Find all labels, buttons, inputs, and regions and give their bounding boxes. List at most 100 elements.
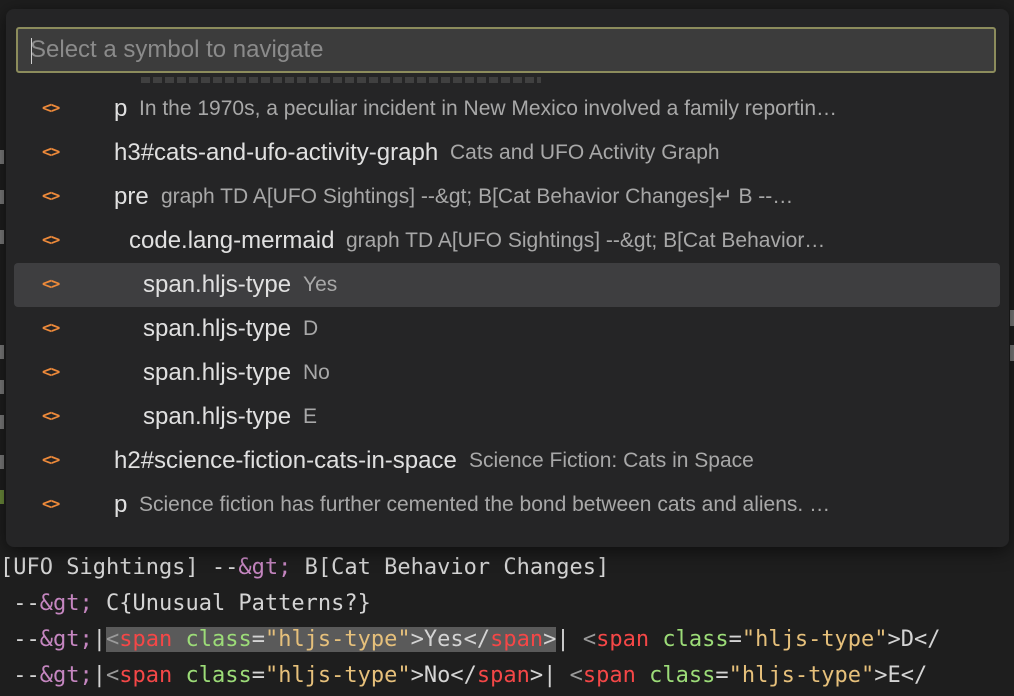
- editor-edge-glyph: [0, 230, 4, 244]
- code-token: class: [662, 627, 729, 652]
- symbol-tag-icon: <>: [42, 450, 60, 469]
- code-token: --: [0, 591, 40, 616]
- code-token: "hljs-type": [264, 663, 411, 688]
- code-token: "hljs-type": [728, 663, 875, 688]
- symbol-tag-icon: <>: [42, 318, 60, 337]
- symbol-description: Science fiction has further cemented the…: [139, 493, 831, 516]
- search-box: [16, 27, 996, 73]
- symbol-tag-icon: <>: [42, 494, 60, 513]
- symbol-quick-pick: <> p In the 1970s, a peculiar incident in …: [6, 9, 1009, 547]
- code-token: >E</: [874, 663, 928, 688]
- code-line[interactable]: --&gt; C{Unusual Patterns?}: [0, 586, 1014, 622]
- symbol-list-item[interactable]: <> p Science fiction has further cemented …: [6, 483, 1009, 527]
- symbol-tag-icon: <>: [42, 362, 60, 381]
- symbol-list-item[interactable]: <> h3#cats-and-ufo-activity-graph Cats and…: [6, 131, 1009, 175]
- symbol-list-item[interactable]: <> p In the 1970s, a peculiar incident in …: [6, 87, 1009, 131]
- code-token: class: [649, 663, 716, 688]
- symbol-tag-icon: <>: [42, 274, 60, 293]
- symbol-description: graph TD A[UFO Sightings] --&gt; B[Cat B…: [346, 229, 826, 252]
- symbol-label: p: [114, 491, 128, 518]
- code-token: [172, 627, 186, 652]
- symbol-tag-icon: <>: [42, 406, 60, 425]
- code-token: =: [715, 663, 729, 688]
- code-editor[interactable]: [UFO Sightings] --&gt; B[Cat Behavior Ch…: [0, 550, 1014, 694]
- code-line[interactable]: --&gt;|<span class="hljs-type">Yes</span…: [0, 622, 1014, 658]
- code-token: B[Cat Behavior Changes]: [291, 555, 610, 580]
- editor-edge-glyph: [0, 380, 4, 394]
- code-token: [UFO Sightings] --: [0, 555, 239, 580]
- symbol-label: span.hljs-type: [143, 359, 292, 386]
- code-token: |: [556, 627, 583, 652]
- symbol-label: code.lang-mermaid: [129, 227, 335, 254]
- symbol-description: Science Fiction: Cats in Space: [469, 449, 754, 472]
- symbol-list-item[interactable]: <> code.lang-mermaid graph TD A[UFO Sighti…: [6, 219, 1009, 263]
- symbol-list-item[interactable]: <> span.hljs-type E: [6, 395, 1009, 439]
- symbol-list-item[interactable]: <> span.hljs-type Yes: [6, 263, 1009, 307]
- editor-edge-glyph: [0, 415, 4, 429]
- code-token: &gt;: [39, 591, 93, 616]
- symbol-tag-icon: <>: [42, 186, 60, 205]
- code-token: span: [490, 627, 544, 652]
- symbol-label: h3#cats-and-ufo-activity-graph: [114, 139, 439, 166]
- symbol-list-item[interactable]: <> pre graph TD A[UFO Sightings] --&gt; B[…: [6, 175, 1009, 219]
- code-line[interactable]: [UFO Sightings] --&gt; B[Cat Behavior Ch…: [0, 550, 1014, 586]
- code-token: &gt;: [39, 627, 93, 652]
- code-token: <: [569, 663, 583, 688]
- symbol-search-input[interactable]: [30, 29, 980, 71]
- code-token: &gt;: [238, 555, 292, 580]
- code-token: class: [185, 663, 252, 688]
- symbol-description: No: [303, 361, 330, 384]
- editor-edge-glyph: [0, 455, 4, 469]
- code-token: >: [529, 663, 544, 688]
- editor-edge-glyph: [0, 490, 4, 504]
- symbol-label: span.hljs-type: [143, 271, 292, 298]
- code-token: span: [596, 627, 650, 652]
- code-token: =: [251, 663, 265, 688]
- symbol-list[interactable]: <> p In the 1970s, a peculiar incident in …: [6, 87, 1009, 527]
- symbol-label: span.hljs-type: [143, 315, 292, 342]
- symbol-list-item[interactable]: <> span.hljs-type No: [6, 351, 1009, 395]
- symbol-label: h2#science-fiction-cats-in-space: [114, 447, 457, 474]
- code-token: span: [119, 663, 173, 688]
- editor-edge-glyph: [1010, 345, 1014, 361]
- code-token: "hljs-type": [741, 627, 888, 652]
- code-token: >Yes</: [410, 627, 491, 652]
- code-token: =: [251, 627, 265, 652]
- code-token: >: [543, 627, 557, 652]
- code-token: class: [185, 627, 252, 652]
- code-token: C{Unusual Patterns?}: [92, 591, 371, 616]
- symbol-description: graph TD A[UFO Sightings] --&gt; B[Cat B…: [161, 185, 794, 208]
- code-line[interactable]: --&gt;|<span class="hljs-type">No</span>…: [0, 658, 1014, 694]
- code-token: --: [0, 627, 40, 652]
- symbol-label: pre: [114, 183, 149, 210]
- code-token: >D</: [887, 627, 941, 652]
- code-token: |: [92, 627, 106, 652]
- editor-edge-glyph: [1010, 310, 1014, 326]
- symbol-label: span.hljs-type: [143, 403, 292, 430]
- code-token: span: [582, 663, 636, 688]
- symbol-label: p: [114, 95, 128, 122]
- code-token: span: [119, 627, 173, 652]
- code-token: <: [582, 627, 597, 652]
- editor-edge-glyph: [0, 345, 4, 359]
- symbol-tag-icon: <>: [42, 98, 60, 117]
- code-token: <: [105, 627, 120, 652]
- symbol-list-item[interactable]: <> h2#science-fiction-cats-in-space Scienc…: [6, 439, 1009, 483]
- symbol-tag-icon: <>: [42, 142, 60, 161]
- editor-edge-glyph: [0, 150, 4, 164]
- symbol-tag-icon: <>: [42, 230, 60, 249]
- code-token: "hljs-type": [264, 627, 411, 652]
- editor-edge-glyph: [0, 190, 4, 204]
- symbol-list-item[interactable]: <> span.hljs-type D: [6, 307, 1009, 351]
- code-token: --: [0, 663, 40, 688]
- text-caret: [31, 38, 32, 64]
- symbol-description: Yes: [303, 273, 338, 296]
- code-token: =: [728, 627, 742, 652]
- symbol-description: E: [303, 405, 318, 428]
- symbol-description: Cats and UFO Activity Graph: [450, 141, 720, 164]
- code-token: |: [543, 663, 570, 688]
- symbol-description: In the 1970s, a peculiar incident in New…: [139, 97, 838, 120]
